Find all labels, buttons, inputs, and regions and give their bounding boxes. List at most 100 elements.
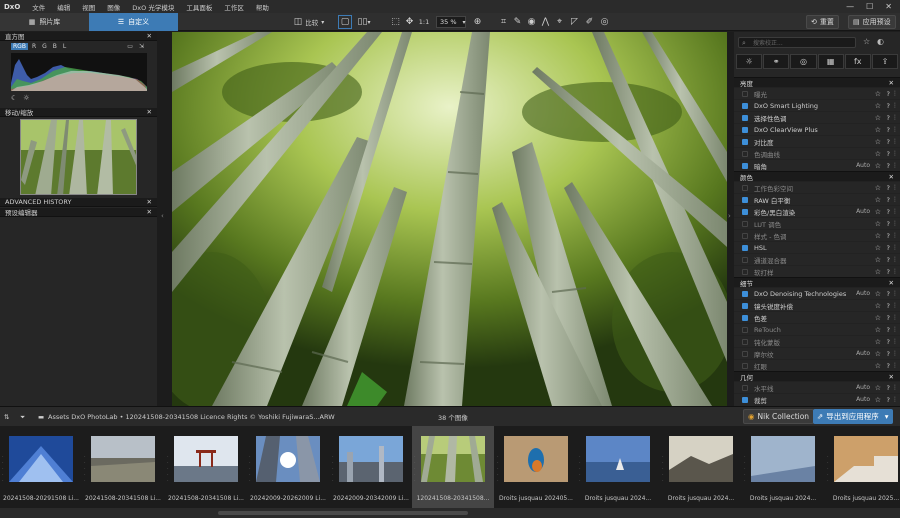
one-to-one-button[interactable]: 1:1 — [417, 15, 431, 29]
favorite-star-icon[interactable]: ☆ — [875, 302, 881, 310]
favorite-star-icon[interactable]: ☆ — [875, 184, 881, 192]
rating-dots[interactable]: · · · · · — [497, 454, 499, 484]
palette-row[interactable]: DxO ClearView Plus ☆? ⋮ — [734, 123, 900, 135]
close-icon[interactable]: ✕ — [889, 373, 894, 381]
rating-dots[interactable]: · · · · · — [579, 454, 581, 484]
local-adjust-tool[interactable]: ◸ — [568, 15, 581, 29]
palette-enable-checkbox[interactable] — [742, 90, 748, 97]
help-icon[interactable]: ? — [887, 114, 890, 122]
channel-b[interactable]: B — [51, 43, 59, 50]
palette-enable-checkbox[interactable] — [742, 384, 748, 391]
palette-row[interactable]: 曝光 ☆? ⋮ — [734, 87, 900, 99]
more-icon[interactable]: ⋮ — [892, 114, 898, 121]
favorite-star-icon[interactable]: ☆ — [875, 396, 881, 404]
chevron-right-icon[interactable]: › — [728, 212, 731, 220]
sort-icon[interactable]: ⇅ — [4, 410, 9, 424]
favorite-star-icon[interactable]: ☆ — [875, 314, 881, 322]
help-icon[interactable]: ? — [887, 396, 890, 404]
menu-image[interactable]: 图像 — [101, 2, 126, 12]
help-icon[interactable]: ? — [887, 302, 890, 310]
chevron-left-icon[interactable]: ‹ — [161, 212, 164, 220]
rating-dots[interactable]: · · · · · — [2, 454, 4, 484]
palette-enable-checkbox[interactable] — [742, 232, 748, 239]
close-icon[interactable]: ✕ — [885, 2, 892, 11]
export-to-application-button[interactable]: ⇗ 导出到应用程序 ▾ — [813, 409, 893, 424]
palette-section-header[interactable]: 亮度 ✕ — [734, 77, 900, 88]
help-icon[interactable]: ? — [887, 102, 890, 110]
help-icon[interactable]: ? — [887, 256, 890, 264]
channel-rgb[interactable]: RGB — [11, 43, 28, 50]
favorite-star-icon[interactable]: ☆ — [875, 126, 881, 134]
palette-row[interactable]: 色差 ☆? ⋮ — [734, 311, 900, 323]
palette-row[interactable]: DxO Smart Lighting ☆? ⋮ — [734, 99, 900, 111]
filmstrip-scrollbar[interactable] — [0, 508, 900, 518]
eyedropper-tool[interactable]: ✎ — [511, 15, 524, 29]
help-icon[interactable]: ? — [887, 338, 890, 346]
palette-row[interactable]: ReTouch ☆? ⋮ — [734, 323, 900, 335]
rating-dots[interactable]: · · · · · — [332, 454, 334, 484]
nik-collection-button[interactable]: ◉ Nik Collection — [743, 409, 815, 424]
navigator-header[interactable]: 移动/缩放 ✕ — [0, 108, 157, 117]
reset-button[interactable]: ⟲ 重置 — [806, 15, 839, 29]
left-collapse-gutter[interactable]: ‹ — [157, 32, 172, 406]
control-point-tool[interactable]: ⌖ — [553, 15, 566, 29]
favorite-star-icon[interactable]: ☆ — [875, 338, 881, 346]
more-icon[interactable]: ⋮ — [892, 350, 898, 357]
rating-dots[interactable]: · · · · · — [84, 454, 86, 484]
palette-enable-checkbox[interactable] — [742, 290, 748, 297]
more-icon[interactable]: ⋮ — [892, 150, 898, 157]
more-icon[interactable]: ⋮ — [892, 162, 898, 169]
menu-view[interactable]: 视图 — [76, 2, 101, 12]
preset-editor-header[interactable]: 预设编辑器 ✕ — [0, 208, 157, 217]
crop-tool[interactable]: ⌗ — [497, 15, 510, 29]
help-icon[interactable]: ? — [887, 362, 890, 370]
histogram-header[interactable]: 直方图 ✕ — [0, 32, 157, 41]
right-collapse-gutter[interactable]: › — [727, 32, 734, 406]
more-icon[interactable]: ⋮ — [892, 338, 898, 345]
filmstrip-thumbnail[interactable]: · · · · · Droits jusquau 2024... — [742, 426, 824, 508]
palette-enable-checkbox[interactable] — [742, 114, 748, 121]
palette-row[interactable]: 钝化蒙版 ☆? ⋮ — [734, 335, 900, 347]
palette-row[interactable]: LUT 调色 ☆? ⋮ — [734, 217, 900, 229]
preview-toggle[interactable]: ◎ — [598, 15, 611, 29]
help-icon[interactable]: ? — [887, 244, 890, 252]
palette-row[interactable]: HSL ☆? ⋮ — [734, 241, 900, 253]
favorite-star-icon[interactable]: ☆ — [875, 102, 881, 110]
palette-enable-checkbox[interactable] — [742, 350, 748, 357]
help-icon[interactable]: ? — [887, 150, 890, 158]
favorite-star-icon[interactable]: ☆ — [875, 162, 881, 170]
palette-section-header[interactable]: 细节 ✕ — [734, 277, 900, 288]
favorites-star-icon[interactable]: ☆ — [863, 37, 870, 46]
favorite-star-icon[interactable]: ☆ — [875, 232, 881, 240]
more-icon[interactable]: ⋮ — [892, 268, 898, 275]
filmstrip-thumbnail[interactable]: · · · · · 20241508-20341508 Li... — [82, 426, 164, 508]
more-icon[interactable]: ⋮ — [892, 220, 898, 227]
favorite-star-icon[interactable]: ☆ — [875, 244, 881, 252]
more-icon[interactable]: ⋮ — [892, 396, 898, 403]
rating-dots[interactable]: · · · · · — [249, 454, 251, 484]
toggle-icon[interactable]: ◐ — [877, 37, 884, 46]
help-icon[interactable]: ? — [887, 384, 890, 392]
menu-file[interactable]: 文件 — [26, 2, 51, 12]
favorite-star-icon[interactable]: ☆ — [875, 208, 881, 216]
filmstrip-thumbnail[interactable]: · · · · · 20241508-20291508 Li... — [0, 426, 82, 508]
rating-dots[interactable]: · · · · · — [414, 454, 416, 484]
menu-help[interactable]: 帮助 — [250, 2, 275, 12]
close-icon[interactable]: ✕ — [147, 108, 152, 116]
help-icon[interactable]: ? — [887, 126, 890, 134]
more-icon[interactable]: ⋮ — [892, 138, 898, 145]
shadow-clip-icon[interactable]: ☾ — [11, 94, 17, 102]
favorite-star-icon[interactable]: ☆ — [875, 114, 881, 122]
more-icon[interactable]: ⋮ — [892, 102, 898, 109]
rating-dots[interactable]: · · · · · — [167, 454, 169, 484]
scrollbar-thumb[interactable] — [218, 511, 468, 515]
palette-enable-checkbox[interactable] — [742, 138, 748, 145]
palette-enable-checkbox[interactable] — [742, 362, 748, 369]
palette-enable-checkbox[interactable] — [742, 102, 748, 109]
favorite-star-icon[interactable]: ☆ — [875, 326, 881, 334]
palette-row[interactable]: RAW 白平衡 ☆? ⋮ — [734, 193, 900, 205]
palette-row[interactable]: 工作色彩空间 ☆? ⋮ — [734, 181, 900, 193]
export-icon[interactable]: ⇲ — [137, 43, 146, 50]
palette-row[interactable]: 暗角 Auto ☆? ⋮ — [734, 159, 900, 171]
palette-enable-checkbox[interactable] — [742, 150, 748, 157]
